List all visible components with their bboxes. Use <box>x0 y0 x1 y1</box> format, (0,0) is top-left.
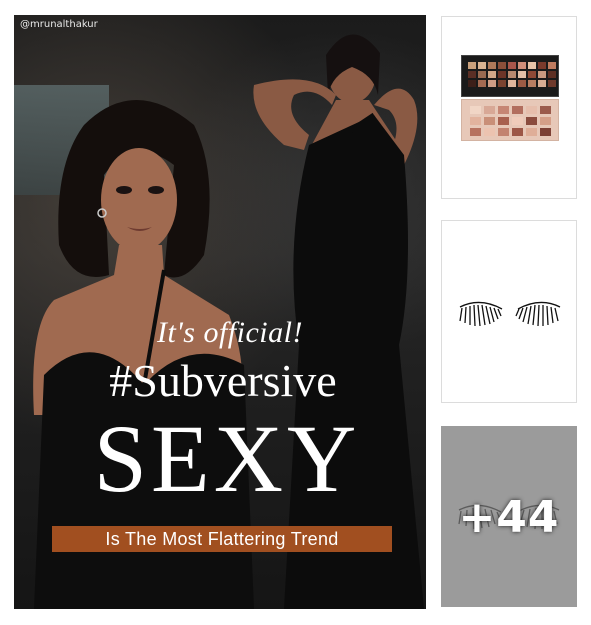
more-items-count: +44 <box>458 492 560 543</box>
thumbnail-false-eyelashes[interactable] <box>441 220 577 403</box>
trend-banner: Is The Most Flattering Trend <box>52 526 392 552</box>
headline-subversive: #Subversive <box>109 355 337 406</box>
thumbnail-more-items[interactable]: +44 <box>441 426 577 607</box>
eyeshadow-palette-icon <box>461 55 559 141</box>
thumbnail-eyeshadow-palette[interactable] <box>441 16 577 199</box>
eyelashes-icon <box>459 301 561 327</box>
instagram-handle: @mrunalthakur <box>20 19 98 30</box>
main-post-image[interactable]: @mrunalthakur It's official! #Subversive… <box>14 15 426 609</box>
headline-its-official: It's official! <box>157 316 303 349</box>
headline: It's official! #Subversive SEXY <box>14 315 426 507</box>
headline-sexy: SEXY <box>93 405 361 512</box>
